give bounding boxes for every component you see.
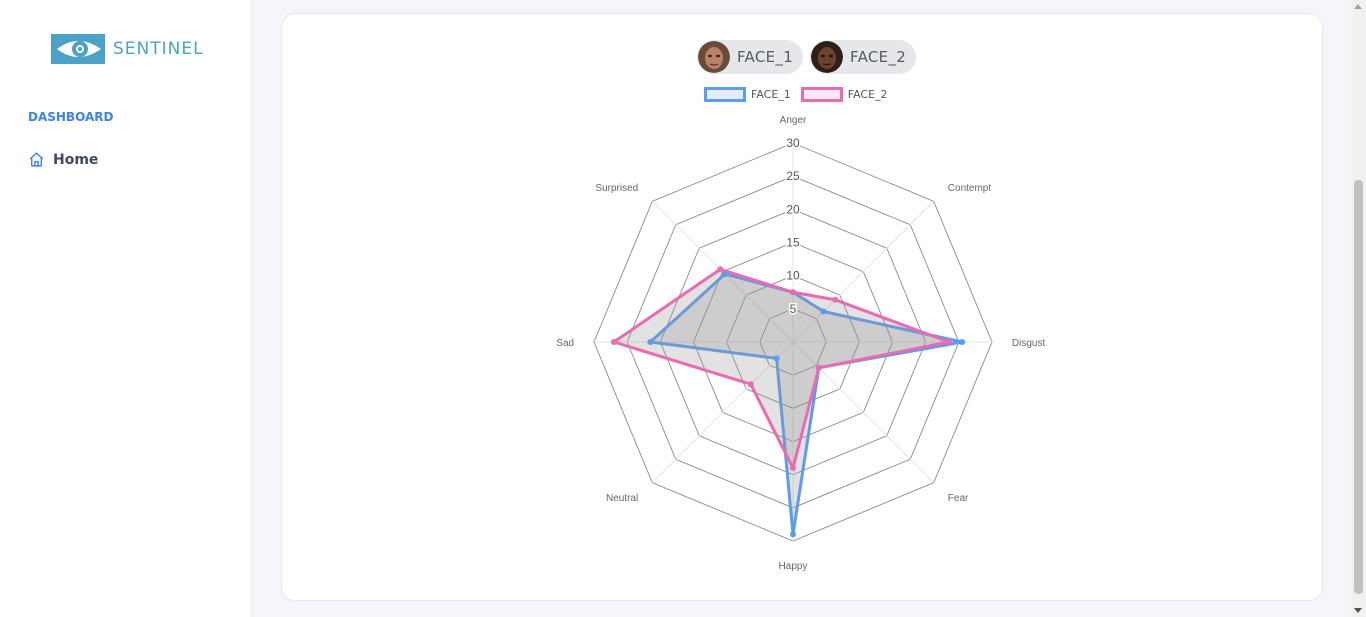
scroll-down-arrow-icon[interactable] [1354, 608, 1362, 613]
face-avatar [698, 41, 730, 73]
tick-label: 10 [786, 269, 800, 283]
series-area-2 [612, 267, 951, 470]
sidebar-item-label: Home [53, 151, 99, 168]
data-point [820, 308, 827, 315]
data-point [959, 339, 966, 345]
eye-logo-icon [51, 34, 105, 64]
data-point [790, 289, 796, 296]
legend-swatch-face1 [704, 87, 746, 102]
legend-label: FACE_1 [751, 88, 791, 101]
legend-item-face1[interactable]: FACE_1 [704, 87, 791, 102]
tick-label: 30 [786, 136, 800, 150]
face-label: FACE_2 [850, 48, 907, 66]
sidebar: SENTINEL DASHBOARD Home [0, 0, 252, 617]
data-point [610, 339, 617, 345]
nav-section-label: DASHBOARD [28, 110, 114, 124]
axis-label: Happy [779, 561, 808, 572]
brand-name: SENTINEL [113, 39, 204, 59]
sidebar-item-home[interactable]: Home [28, 151, 98, 168]
data-point [945, 339, 952, 345]
data-point [773, 355, 780, 362]
tick-label: 15 [786, 236, 800, 250]
logo[interactable]: SENTINEL [51, 32, 204, 66]
scrollbar[interactable] [1351, 0, 1366, 617]
data-point [832, 296, 839, 303]
tick-label: 25 [786, 169, 800, 183]
legend-item-face2[interactable]: FACE_2 [800, 87, 888, 102]
face-pill-1[interactable]: FACE_1 [697, 40, 804, 74]
data-point [721, 270, 728, 277]
scroll-thumb[interactable] [1354, 180, 1363, 594]
data-point [747, 381, 754, 388]
face-avatar [811, 41, 844, 73]
axis-label: Disgust [1012, 338, 1046, 349]
data-point [815, 364, 822, 371]
data-point [717, 266, 724, 273]
data-point [790, 531, 796, 538]
data-point [647, 339, 654, 345]
axis-label: Neutral [606, 493, 638, 504]
radar-chart: 5 10 15 20 25 30 Anger Contempt Disgust Fear Happy… [556, 115, 1046, 572]
legend-label: FACE_2 [847, 88, 888, 101]
axis-label: Anger [780, 115, 807, 126]
face-label: FACE_1 [737, 48, 794, 66]
legend-swatch-face2 [800, 87, 843, 102]
axis-label: Contempt [948, 183, 992, 194]
scroll-up-arrow-icon[interactable] [1354, 4, 1362, 9]
axis-label: Fear [948, 493, 969, 504]
axis-label: Surprised [595, 183, 638, 194]
home-icon [29, 152, 44, 167]
face-selector: FACE_1 FACE_2 [697, 40, 917, 74]
face-pill-2[interactable]: FACE_2 [810, 40, 917, 74]
data-point [790, 465, 796, 472]
tick-label: 20 [786, 202, 800, 216]
chart-legend: FACE_1 FACE_2 [704, 87, 898, 102]
tick-label: 5 [790, 302, 797, 316]
axis-label: Sad [556, 338, 574, 349]
